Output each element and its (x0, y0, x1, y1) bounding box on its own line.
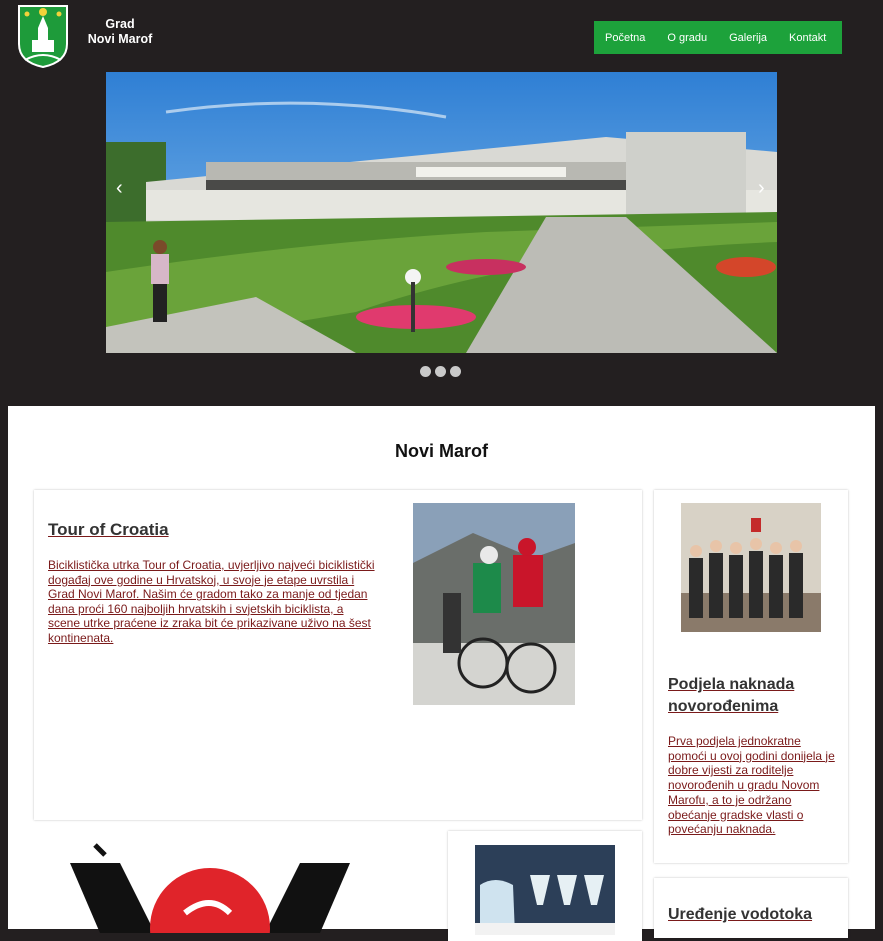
carousel-prev-arrow[interactable]: ‹ (116, 178, 123, 198)
carousel-next-arrow[interactable]: › (758, 178, 765, 198)
article-card-uredenje-vodotoka: Uređenje vodotoka (654, 878, 848, 938)
brand-line2: Novi Marof (87, 32, 153, 46)
main-nav: Početna O gradu Galerija Kontakt (594, 21, 842, 54)
carousel-dot-3[interactable] (450, 366, 461, 377)
coat-of-arms-logo[interactable] (17, 4, 69, 68)
article-excerpt-link[interactable]: Biciklistička utrka Tour of Croatia, uvj… (48, 558, 378, 645)
main-content: Novi Marof Tour of Croatia Biciklistička… (8, 406, 875, 941)
article-excerpt-link[interactable]: Prva podjela jednokratne pomoći u ovoj g… (668, 734, 840, 837)
article-card-podjela-naknada: Podjela naknada novorođenima Prva podjel… (654, 490, 848, 863)
page-title: Novi Marof (394, 441, 488, 461)
article-card-photo (448, 831, 642, 941)
carousel-dot-2[interactable] (435, 366, 446, 377)
brand-name[interactable]: Grad Novi Marof (82, 17, 158, 47)
carousel-indicators (420, 366, 461, 377)
hero-carousel-image (106, 72, 777, 353)
article-card-tour-of-croatia: Tour of Croatia Biciklistička utrka Tour… (34, 490, 642, 820)
article-title-link[interactable]: Tour of Croatia (48, 520, 169, 540)
brand-line1: Grad (105, 17, 135, 31)
nav-item-galerija[interactable]: Galerija (718, 32, 778, 44)
article-title-link[interactable]: Podjela naknada novorođenima (668, 674, 838, 718)
water-glasses-photo[interactable] (475, 845, 615, 935)
cyclists-photo[interactable] (413, 503, 575, 705)
nav-item-kontakt[interactable]: Kontakt (778, 32, 837, 44)
event-logo[interactable] (60, 843, 360, 933)
families-photo[interactable] (681, 503, 821, 632)
nav-item-pocetna[interactable]: Početna (594, 32, 656, 44)
site-header: Grad Novi Marof Početna O gradu Galerija… (0, 0, 883, 72)
article-title-link[interactable]: Uređenje vodotoka (668, 906, 812, 924)
carousel-dot-1[interactable] (420, 366, 431, 377)
nav-item-o-gradu[interactable]: O gradu (656, 32, 718, 44)
